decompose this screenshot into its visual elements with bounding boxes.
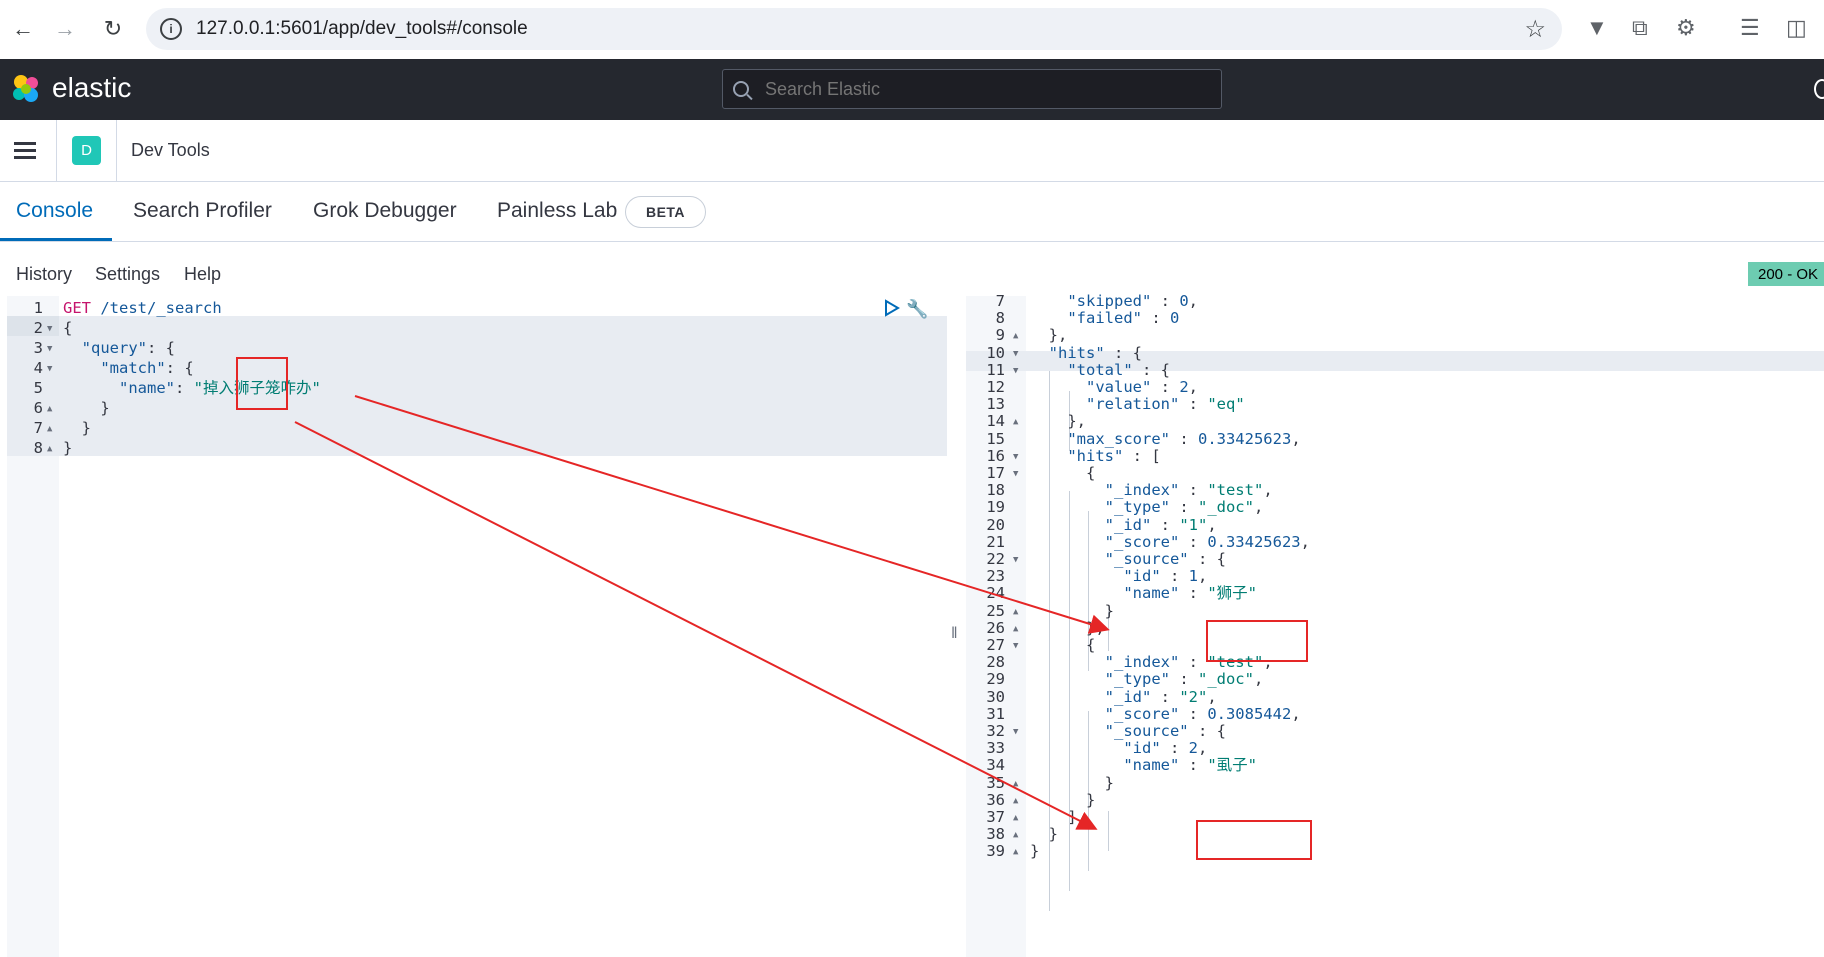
fold-arrow-icon[interactable]: ▼ [47, 344, 52, 354]
fold-arrow-icon[interactable]: ▲ [1013, 624, 1018, 634]
request-line-1: GET /test/_search [63, 298, 222, 318]
pane-resizer-handle[interactable]: ‖ [951, 625, 958, 643]
reload-icon[interactable]: ↻ [96, 12, 130, 46]
fold-arrow-icon[interactable]: ▲ [1013, 331, 1018, 341]
fold-arrow-icon[interactable]: ▼ [47, 364, 52, 374]
url-text[interactable]: 127.0.0.1:5601/app/dev_tools#/console [196, 18, 528, 40]
fold-arrow-icon[interactable]: ▼ [47, 324, 52, 334]
fold-arrow-icon[interactable]: ▼ [1013, 727, 1018, 737]
fold-arrow-icon[interactable]: ▲ [1013, 847, 1018, 857]
global-search[interactable] [722, 69, 1222, 109]
status-badge: 200 - OK [1748, 262, 1824, 286]
line-number: 6 [33, 399, 43, 417]
line-number: 2 [33, 319, 43, 337]
request-line-3: "query": { [81, 339, 175, 357]
line-number: 5 [33, 379, 43, 397]
fold-arrow-icon[interactable]: ▲ [47, 404, 52, 414]
send-request-play-icon[interactable] [884, 299, 900, 317]
request-line-2: { [63, 319, 73, 337]
request-line-6: } [63, 399, 110, 417]
line-number: 3 [33, 339, 43, 357]
indent-guide [1108, 811, 1109, 851]
tab-search-profiler[interactable]: Search Profiler [133, 199, 272, 223]
search-input[interactable] [763, 77, 1183, 101]
history-link[interactable]: History [16, 264, 72, 285]
side-panel-icon[interactable]: ◫ [1786, 15, 1807, 41]
response-line: } [1030, 842, 1040, 861]
settings-link[interactable]: Settings [95, 264, 160, 285]
line-number: 8 [33, 439, 43, 457]
kibana-header: elastic [0, 59, 1824, 120]
wrench-icon[interactable]: 🔧 [906, 299, 928, 319]
fold-arrow-icon[interactable]: ▲ [1013, 779, 1018, 789]
search-icon [733, 81, 749, 97]
fold-arrow-icon[interactable]: ▼ [1013, 555, 1018, 565]
elastic-logo-text[interactable]: elastic [52, 72, 131, 104]
back-arrow-icon[interactable]: ← [6, 12, 40, 46]
tab-grok-debugger[interactable]: Grok Debugger [313, 199, 457, 223]
dev-tools-tabs: Console Search Profiler Grok Debugger Pa… [0, 182, 1824, 242]
extension-copy-icon[interactable]: ⧉ [1632, 15, 1648, 41]
request-line-7: } [63, 419, 91, 437]
fold-arrow-icon[interactable]: ▼ [1013, 349, 1018, 359]
browser-toolbar: ← → ↻ i 127.0.0.1:5601/app/dev_tools#/co… [0, 0, 1824, 59]
match-key: "match" [100, 359, 166, 377]
fold-arrow-icon[interactable]: ▼ [1013, 452, 1018, 462]
extension-vue-icon[interactable]: ▼ [1586, 15, 1608, 41]
annotation-box-result-1 [1206, 620, 1308, 662]
extensions-puzzle-icon[interactable]: ⚙ [1676, 15, 1696, 41]
site-info-icon[interactable]: i [160, 18, 182, 40]
line-number: 1 [33, 299, 43, 317]
annotation-box-query [236, 357, 288, 410]
fold-arrow-icon[interactable]: ▲ [1013, 813, 1018, 823]
request-line-4: "match": { [100, 359, 194, 377]
reading-list-icon[interactable]: ☰ [1740, 15, 1760, 41]
breadcrumb-bar: D Dev Tools [0, 120, 1824, 182]
hamburger-menu-icon[interactable] [14, 142, 36, 159]
fold-arrow-icon[interactable]: ▲ [1013, 796, 1018, 806]
fold-arrow-icon[interactable]: ▲ [47, 444, 52, 454]
divider [56, 120, 57, 182]
http-method: GET [63, 299, 91, 317]
fold-arrow-icon[interactable]: ▲ [47, 424, 52, 434]
beta-badge: BETA [625, 196, 706, 228]
space-avatar[interactable]: D [72, 136, 101, 165]
line-number: 39 [986, 842, 1005, 861]
help-link[interactable]: Help [184, 264, 221, 285]
request-path: /test/_search [100, 299, 222, 317]
breadcrumb-dev-tools: Dev Tools [131, 140, 210, 160]
divider [116, 120, 117, 182]
request-line-8: } [63, 439, 73, 457]
line-number: 4 [33, 359, 43, 377]
forward-arrow-icon[interactable]: → [48, 12, 82, 46]
annotation-box-result-2 [1196, 820, 1312, 860]
fold-arrow-icon[interactable]: ▼ [1013, 469, 1018, 479]
line-number: 7 [33, 419, 43, 437]
elastic-logo-icon[interactable] [10, 73, 42, 105]
active-tab-indicator [0, 238, 112, 241]
help-icon[interactable] [1814, 79, 1824, 99]
tab-console[interactable]: Console [16, 199, 93, 223]
fold-arrow-icon[interactable]: ▲ [1013, 830, 1018, 840]
fold-arrow-icon[interactable]: ▼ [1013, 641, 1018, 651]
tab-painless-lab[interactable]: Painless Lab [497, 199, 617, 223]
address-bar[interactable]: i 127.0.0.1:5601/app/dev_tools#/console … [146, 8, 1562, 50]
fold-arrow-icon[interactable]: ▲ [1013, 417, 1018, 427]
name-key: "name" [119, 379, 175, 397]
fold-arrow-icon[interactable]: ▲ [1013, 607, 1018, 617]
fold-arrow-icon[interactable]: ▼ [1013, 366, 1018, 376]
query-key: "query" [81, 339, 147, 357]
bookmark-star-icon[interactable]: ☆ [1524, 15, 1546, 44]
